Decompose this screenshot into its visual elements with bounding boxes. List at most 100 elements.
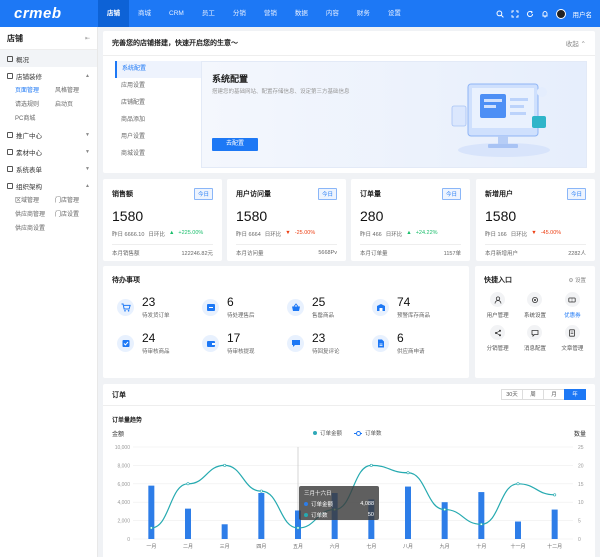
y-tick-label-left: 6,000 [117,482,130,488]
stat-ring-label: 日环比 [264,232,282,238]
quick-settings-button[interactable]: ⚙ 设置 [569,276,586,284]
sidebar-subitem-supplier-settings[interactable]: 供应商设置 [15,222,55,236]
nav-item-finance[interactable]: 财务 [348,0,379,27]
tab-year[interactable]: 年 [564,389,586,400]
sidebar-subitem-stores[interactable]: 门店管理 [55,194,95,208]
nav-item-data[interactable]: 数据 [286,0,317,27]
nav-item-crm[interactable]: CRM [160,0,193,27]
y-tick-label-right: 0 [578,537,581,543]
sidebar-title-text: 店铺 [7,33,23,43]
todo-item[interactable]: 23 待回复评论 [287,332,372,355]
guide-title: 完善您的店铺搭建，快速开启您的生意～ [112,40,238,47]
message-icon [527,325,543,340]
quick-item[interactable]: 系统设置 [516,292,553,319]
nav-item-store[interactable]: 店铺 [98,0,129,27]
todo-item[interactable]: 6 待处理售后 [202,296,287,319]
refresh-icon[interactable] [526,10,534,18]
todo-item[interactable]: 25 售罄商品 [287,296,372,319]
todo-item[interactable]: 17 待审核提现 [202,332,287,355]
tooltip-label: 订单金额 [311,502,334,508]
sidebar-subitem-splash[interactable]: 启动页 [55,98,95,112]
guide-collapse-button[interactable]: 收起 ⌃ [566,38,586,48]
chevron-down-icon: ▼ [85,148,90,155]
sidebar-subitem-store-settings[interactable]: 门店设置 [55,208,95,222]
x-tick-label: 十月 [476,543,486,550]
todo-item[interactable]: 74 预警库存商品 [372,296,457,319]
orders-card: 订单 30天 周 月 年 订单量趋势 金额 数量 订单金额 订单数 0 2,000… [103,384,595,557]
stat-foot-label: 本月销售额 [112,251,140,257]
tab-week[interactable]: 周 [522,389,544,400]
quick-item-label: 用户管理 [486,313,509,319]
nav-item-staff[interactable]: 员工 [193,0,224,27]
nav-item-marketing[interactable]: 营销 [255,0,286,27]
sidebar-item-overview[interactable]: 概况 [0,50,97,67]
chevron-down-icon: ▼ [85,165,90,172]
top-toolbar: 用户名 [496,0,593,27]
quick-item[interactable]: 优惠券 [554,292,591,319]
sidebar-item-promotion[interactable]: 推广中心 ▼ [0,126,97,143]
trend-down-icon: ▼ [531,230,537,236]
tab-month[interactable]: 月 [543,389,565,400]
stat-ring-value: -45.00% [540,230,562,236]
guide-collapse-label: 收起 [565,41,579,48]
search-icon[interactable] [496,10,504,18]
chart-subtitle: 订单量趋势 [112,418,143,424]
sidebar-subitem-style-manage[interactable]: 风格管理 [55,84,95,98]
sidebar-item-material[interactable]: 素材中心 ▼ [0,143,97,160]
line-point [516,482,520,486]
configure-button[interactable]: 去配置 [212,138,258,151]
logo[interactable]: crmeb [0,0,98,27]
chart-bar [478,492,485,539]
guide-menu-item[interactable]: 商品添加 [115,112,201,129]
stat-ring-label: 日环比 [385,232,403,238]
sidebar-item-forms[interactable]: 系统表单 ▼ [0,160,97,177]
todo-count: 23 [312,331,326,345]
todo-item[interactable]: 24 待审核商品 [117,332,202,355]
username[interactable]: 用户名 [573,9,593,19]
fullscreen-icon[interactable] [511,10,519,18]
quick-item-label: 文章管理 [561,346,584,352]
article-icon [564,325,580,340]
legend-item-amount[interactable]: 订单金额 [313,429,342,437]
quick-item[interactable]: 分销管理 [479,325,516,352]
todo-item[interactable]: 23 待发货订单 [117,296,202,319]
tab-30-days[interactable]: 30天 [501,389,523,400]
tooltip-label: 订单数 [311,513,328,519]
chart-bar [441,502,448,539]
nav-item-content[interactable]: 内容 [317,0,348,27]
nav-item-mall[interactable]: 商城 [129,0,160,27]
guide-menu-item[interactable]: 用户设置 [115,129,201,146]
quick-item[interactable]: 用户管理 [479,292,516,319]
y-tick-label-left: 10,000 [115,445,131,451]
trend-down-icon: ▼ [285,230,291,236]
sidebar-subitem-region[interactable]: 区域管理 [15,194,55,208]
legend-label: 订单数 [365,431,382,437]
avatar[interactable] [555,8,566,19]
chart-bar [185,508,191,539]
sidebar-item-decoration[interactable]: 店铺装修 ▲ [0,67,97,84]
legend-item-count[interactable]: 订单数 [354,429,382,437]
today-badge: 今日 [193,188,213,200]
todo-item[interactable]: 6 供应商申请 [372,332,457,355]
guide-menu: 系统配置 应用设置 店铺配置 商品添加 用户设置 商城设置 [115,61,201,168]
guide-menu-item[interactable]: 系统配置 [115,61,201,78]
nav-item-distribution[interactable]: 分销 [224,0,255,27]
x-tick-label: 五月 [293,544,303,550]
guide-menu-item[interactable]: 应用设置 [115,78,201,95]
guide-menu-item[interactable]: 店铺配置 [115,95,201,112]
sidebar-subitem-pc-mall[interactable]: PC商城 [15,112,55,126]
line-point [369,463,373,467]
sidebar-subitem-suppliers[interactable]: 供应商管理 [15,208,55,222]
collapse-sidebar-icon[interactable]: ⇤ [85,35,90,42]
quick-item[interactable]: 文章管理 [554,325,591,352]
quick-item[interactable]: 消息配置 [516,325,553,352]
sidebar-subitem-rules[interactable]: 请选规则 [15,98,55,112]
guide-menu-item[interactable]: 商城设置 [115,146,201,163]
todo-label: 供应商申请 [397,349,425,355]
stat-foot-value: 2282人 [568,251,586,257]
sidebar-subitem-page-manage[interactable]: 页面管理 [15,84,55,98]
bell-icon[interactable] [541,10,549,18]
today-badge: 今日 [566,188,586,200]
nav-item-settings[interactable]: 设置 [379,0,410,27]
sidebar-item-organization[interactable]: 组织架构 ▲ [0,177,97,194]
